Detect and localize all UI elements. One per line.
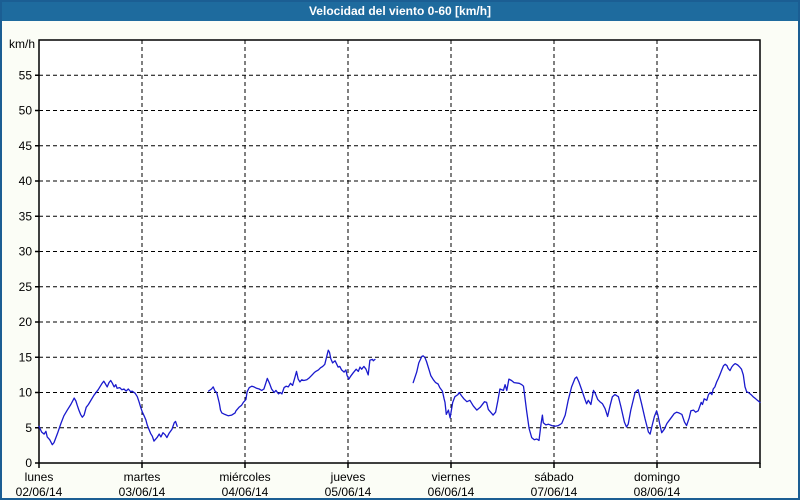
y-tick-label: 0 — [25, 456, 32, 470]
wind-speed-chart: 0 5 10 15 20 25 30 35 40 45 50 55 km/h lunes02/06/14 m… — [9, 37, 761, 499]
x-day-label: jueves — [330, 470, 366, 484]
x-date-label: 05/06/14 — [325, 485, 372, 499]
y-tick-label: 40 — [19, 174, 33, 188]
x-date-label: 02/06/14 — [16, 485, 63, 499]
x-date-label: 07/06/14 — [531, 485, 578, 499]
wind-speed-window: { "window": { "border_color": "#1b5e93",… — [0, 0, 800, 500]
y-tick-label: 35 — [19, 209, 33, 223]
y-tick-label: 10 — [19, 386, 33, 400]
x-day-label: sábado — [534, 470, 574, 484]
x-date-label: 04/06/14 — [222, 485, 269, 499]
y-tick-label: 5 — [25, 421, 32, 435]
y-tick-label: 20 — [19, 315, 33, 329]
y-tick-label: 15 — [19, 350, 33, 364]
y-tick-label: 55 — [19, 68, 33, 82]
y-axis-unit-label: km/h — [9, 37, 35, 51]
x-day-label: domingo — [634, 470, 680, 484]
x-day-label: lunes — [25, 470, 54, 484]
x-date-label: 03/06/14 — [119, 485, 166, 499]
x-day-label: martes — [124, 470, 161, 484]
x-day-label: miércoles — [219, 470, 270, 484]
y-tick-label: 50 — [19, 104, 33, 118]
window-title-bar: Velocidad del viento 0-60 [km/h] — [0, 0, 800, 21]
window-title: Velocidad del viento 0-60 [km/h] — [308, 3, 492, 18]
y-tick-label: 30 — [19, 245, 33, 259]
x-date-label: 08/06/14 — [634, 485, 681, 499]
x-day-label: viernes — [432, 470, 471, 484]
y-tick-label: 45 — [19, 139, 33, 153]
x-date-label: 06/06/14 — [428, 485, 475, 499]
y-tick-label: 25 — [19, 280, 33, 294]
